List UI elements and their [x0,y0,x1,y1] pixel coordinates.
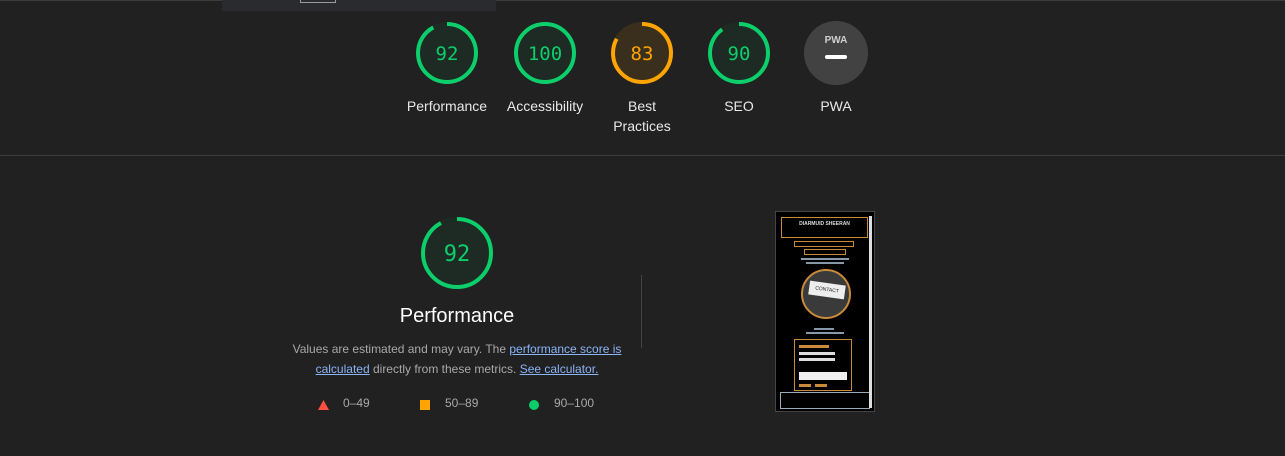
gauge-best-practices[interactable]: 83 Best Practices [587,20,697,136]
triangle-icon [318,400,329,410]
thumb-form-textarea [799,372,847,380]
thumb-card: CONTACT [808,280,846,300]
thumb-hero-image: CONTACT [801,269,851,319]
gauge-seo-label: SEO [724,98,754,114]
performance-section: 92 Performance Values are estimated and … [280,215,634,379]
thumb-form-title [799,345,829,348]
vertical-separator [641,275,642,348]
gauge-accessibility-score: 100 [528,43,562,65]
thumb-text-line [806,332,844,334]
performance-score: 92 [444,242,471,267]
square-icon [420,400,430,410]
gauge-pwa[interactable]: PWA PWA [781,20,891,116]
thumb-form-field [799,358,835,361]
gauge-best-practices-ring: 83 [611,22,673,84]
section-divider [0,155,1285,156]
gauge-accessibility-label: Accessibility [506,98,584,114]
gauge-performance-score: 92 [436,43,459,65]
gauge-seo[interactable]: 90 SEO [684,20,794,116]
top-border [0,0,1285,1]
gauge-best-practices-score: 83 [631,43,654,65]
gauge-performance[interactable]: 92 Performance [392,20,502,116]
gauge-pwa-label: PWA [820,98,852,114]
thumb-scrollbar [869,216,872,408]
top-toolbar [222,0,496,11]
gauge-best-practices-label: Best Practices [613,98,671,134]
desc-middle: directly from these metrics. [369,362,520,376]
pwa-badge-icon: PWA [804,21,868,85]
performance-gauge-ring: 92 [421,217,493,289]
gauge-seo-ring: 90 [708,22,770,84]
legend-average-label: 50–89 [445,396,479,410]
thumb-footer [780,392,870,409]
legend-fail-label: 0–49 [343,396,370,410]
thumb-site-title: DIARMUID SHEERAN [799,221,850,227]
gauge-accessibility[interactable]: 100 Accessibility [490,20,600,116]
page-screenshot-thumbnail[interactable]: DIARMUID SHEERAN CONTACT [775,211,875,412]
toolbar-tab[interactable] [300,0,336,3]
legend-average: 50–89 [420,396,478,410]
pwa-dash-icon [825,55,847,59]
pwa-badge-text: PWA [825,35,848,46]
gauge-performance-label: Performance [406,98,488,114]
thumb-header: DIARMUID SHEERAN [781,217,868,238]
circle-icon [529,400,539,410]
thumb-contact-form [794,339,852,391]
legend-fail: 0–49 [318,396,370,410]
thumb-text-line [814,328,834,330]
thumb-nav [794,241,854,247]
thumb-nav-secondary [804,249,846,255]
thumb-text-line [801,258,849,260]
thumb-form-field [799,352,835,355]
performance-description: Values are estimated and may vary. The p… [280,339,634,379]
gauge-performance-ring: 92 [416,22,478,84]
desc-prefix: Values are estimated and may vary. The [292,342,510,356]
thumb-form-button [799,384,811,387]
legend-pass: 90–100 [529,396,594,410]
legend-pass-label: 90–100 [554,396,595,410]
thumb-text-line [806,262,844,264]
thumb-form-button [815,384,827,387]
performance-title: Performance [399,305,515,327]
see-calculator-link[interactable]: See calculator. [520,362,599,376]
gauge-seo-score: 90 [728,43,751,65]
gauge-accessibility-ring: 100 [514,22,576,84]
